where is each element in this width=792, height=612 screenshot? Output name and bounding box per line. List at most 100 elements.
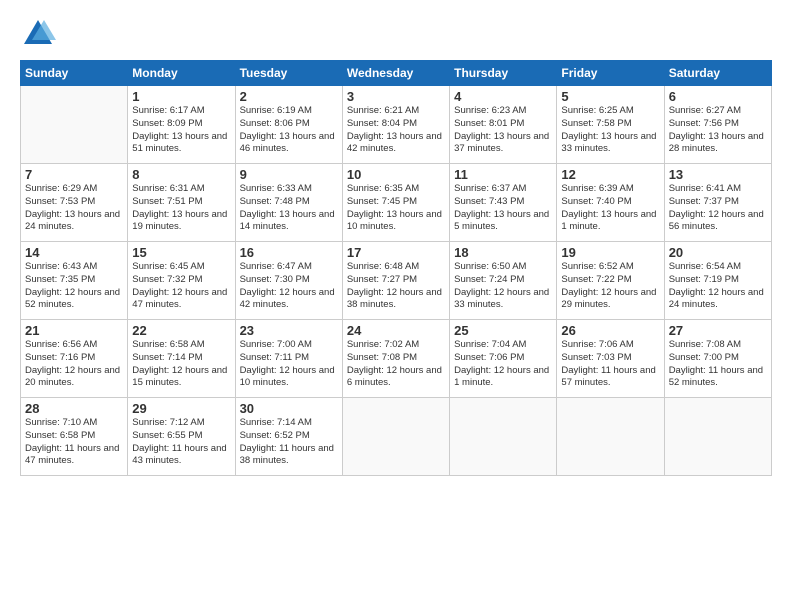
day-number: 2 <box>240 89 338 104</box>
calendar-cell: 11Sunrise: 6:37 AMSunset: 7:43 PMDayligh… <box>450 164 557 242</box>
day-info: Sunrise: 6:52 AMSunset: 7:22 PMDaylight:… <box>561 261 659 312</box>
calendar-cell: 26Sunrise: 7:06 AMSunset: 7:03 PMDayligh… <box>557 320 664 398</box>
day-info: Sunrise: 6:37 AMSunset: 7:43 PMDaylight:… <box>454 183 552 234</box>
calendar-cell: 10Sunrise: 6:35 AMSunset: 7:45 PMDayligh… <box>342 164 449 242</box>
day-info: Sunrise: 6:31 AMSunset: 7:51 PMDaylight:… <box>132 183 230 234</box>
column-header-sunday: Sunday <box>21 61 128 86</box>
day-info: Sunrise: 7:08 AMSunset: 7:00 PMDaylight:… <box>669 339 767 390</box>
logo <box>20 16 60 52</box>
day-info: Sunrise: 7:14 AMSunset: 6:52 PMDaylight:… <box>240 417 338 468</box>
day-number: 5 <box>561 89 659 104</box>
day-number: 7 <box>25 167 123 182</box>
day-info: Sunrise: 7:06 AMSunset: 7:03 PMDaylight:… <box>561 339 659 390</box>
calendar-week-0: 1Sunrise: 6:17 AMSunset: 8:09 PMDaylight… <box>21 86 772 164</box>
day-number: 14 <box>25 245 123 260</box>
calendar-cell: 5Sunrise: 6:25 AMSunset: 7:58 PMDaylight… <box>557 86 664 164</box>
day-info: Sunrise: 7:10 AMSunset: 6:58 PMDaylight:… <box>25 417 123 468</box>
day-info: Sunrise: 7:02 AMSunset: 7:08 PMDaylight:… <box>347 339 445 390</box>
day-number: 23 <box>240 323 338 338</box>
column-header-friday: Friday <box>557 61 664 86</box>
calendar-week-2: 14Sunrise: 6:43 AMSunset: 7:35 PMDayligh… <box>21 242 772 320</box>
day-number: 20 <box>669 245 767 260</box>
calendar-cell: 22Sunrise: 6:58 AMSunset: 7:14 PMDayligh… <box>128 320 235 398</box>
day-info: Sunrise: 7:04 AMSunset: 7:06 PMDaylight:… <box>454 339 552 390</box>
calendar-cell: 18Sunrise: 6:50 AMSunset: 7:24 PMDayligh… <box>450 242 557 320</box>
day-number: 1 <box>132 89 230 104</box>
column-header-tuesday: Tuesday <box>235 61 342 86</box>
header <box>20 16 772 52</box>
day-number: 4 <box>454 89 552 104</box>
calendar-cell: 20Sunrise: 6:54 AMSunset: 7:19 PMDayligh… <box>664 242 771 320</box>
day-number: 16 <box>240 245 338 260</box>
day-number: 9 <box>240 167 338 182</box>
day-number: 21 <box>25 323 123 338</box>
day-info: Sunrise: 6:50 AMSunset: 7:24 PMDaylight:… <box>454 261 552 312</box>
calendar-cell: 28Sunrise: 7:10 AMSunset: 6:58 PMDayligh… <box>21 398 128 476</box>
day-info: Sunrise: 6:45 AMSunset: 7:32 PMDaylight:… <box>132 261 230 312</box>
day-info: Sunrise: 6:54 AMSunset: 7:19 PMDaylight:… <box>669 261 767 312</box>
calendar-cell: 14Sunrise: 6:43 AMSunset: 7:35 PMDayligh… <box>21 242 128 320</box>
day-info: Sunrise: 6:47 AMSunset: 7:30 PMDaylight:… <box>240 261 338 312</box>
calendar-cell: 13Sunrise: 6:41 AMSunset: 7:37 PMDayligh… <box>664 164 771 242</box>
column-header-monday: Monday <box>128 61 235 86</box>
day-info: Sunrise: 7:00 AMSunset: 7:11 PMDaylight:… <box>240 339 338 390</box>
day-number: 24 <box>347 323 445 338</box>
day-number: 26 <box>561 323 659 338</box>
calendar-header-row: SundayMondayTuesdayWednesdayThursdayFrid… <box>21 61 772 86</box>
calendar-cell: 30Sunrise: 7:14 AMSunset: 6:52 PMDayligh… <box>235 398 342 476</box>
calendar-cell <box>557 398 664 476</box>
day-info: Sunrise: 6:48 AMSunset: 7:27 PMDaylight:… <box>347 261 445 312</box>
day-number: 12 <box>561 167 659 182</box>
day-info: Sunrise: 6:23 AMSunset: 8:01 PMDaylight:… <box>454 105 552 156</box>
calendar-cell: 29Sunrise: 7:12 AMSunset: 6:55 PMDayligh… <box>128 398 235 476</box>
day-number: 25 <box>454 323 552 338</box>
calendar-cell: 6Sunrise: 6:27 AMSunset: 7:56 PMDaylight… <box>664 86 771 164</box>
day-info: Sunrise: 6:41 AMSunset: 7:37 PMDaylight:… <box>669 183 767 234</box>
calendar-cell: 9Sunrise: 6:33 AMSunset: 7:48 PMDaylight… <box>235 164 342 242</box>
day-info: Sunrise: 6:43 AMSunset: 7:35 PMDaylight:… <box>25 261 123 312</box>
calendar-cell <box>342 398 449 476</box>
day-info: Sunrise: 6:21 AMSunset: 8:04 PMDaylight:… <box>347 105 445 156</box>
column-header-thursday: Thursday <box>450 61 557 86</box>
calendar-cell: 19Sunrise: 6:52 AMSunset: 7:22 PMDayligh… <box>557 242 664 320</box>
calendar-cell: 12Sunrise: 6:39 AMSunset: 7:40 PMDayligh… <box>557 164 664 242</box>
day-info: Sunrise: 6:17 AMSunset: 8:09 PMDaylight:… <box>132 105 230 156</box>
day-info: Sunrise: 6:25 AMSunset: 7:58 PMDaylight:… <box>561 105 659 156</box>
day-number: 29 <box>132 401 230 416</box>
calendar-table: SundayMondayTuesdayWednesdayThursdayFrid… <box>20 60 772 476</box>
calendar-week-3: 21Sunrise: 6:56 AMSunset: 7:16 PMDayligh… <box>21 320 772 398</box>
calendar-cell: 24Sunrise: 7:02 AMSunset: 7:08 PMDayligh… <box>342 320 449 398</box>
day-info: Sunrise: 7:12 AMSunset: 6:55 PMDaylight:… <box>132 417 230 468</box>
calendar-cell: 25Sunrise: 7:04 AMSunset: 7:06 PMDayligh… <box>450 320 557 398</box>
calendar-cell: 8Sunrise: 6:31 AMSunset: 7:51 PMDaylight… <box>128 164 235 242</box>
day-number: 17 <box>347 245 445 260</box>
calendar-cell: 1Sunrise: 6:17 AMSunset: 8:09 PMDaylight… <box>128 86 235 164</box>
day-number: 15 <box>132 245 230 260</box>
calendar-cell: 7Sunrise: 6:29 AMSunset: 7:53 PMDaylight… <box>21 164 128 242</box>
day-number: 30 <box>240 401 338 416</box>
calendar-cell <box>450 398 557 476</box>
day-info: Sunrise: 6:33 AMSunset: 7:48 PMDaylight:… <box>240 183 338 234</box>
calendar-week-1: 7Sunrise: 6:29 AMSunset: 7:53 PMDaylight… <box>21 164 772 242</box>
page: SundayMondayTuesdayWednesdayThursdayFrid… <box>0 0 792 612</box>
day-info: Sunrise: 6:58 AMSunset: 7:14 PMDaylight:… <box>132 339 230 390</box>
logo-icon <box>20 16 56 52</box>
day-info: Sunrise: 6:39 AMSunset: 7:40 PMDaylight:… <box>561 183 659 234</box>
calendar-cell <box>664 398 771 476</box>
day-number: 22 <box>132 323 230 338</box>
calendar-cell: 16Sunrise: 6:47 AMSunset: 7:30 PMDayligh… <box>235 242 342 320</box>
day-info: Sunrise: 6:19 AMSunset: 8:06 PMDaylight:… <box>240 105 338 156</box>
calendar-cell: 27Sunrise: 7:08 AMSunset: 7:00 PMDayligh… <box>664 320 771 398</box>
calendar-cell <box>21 86 128 164</box>
day-number: 3 <box>347 89 445 104</box>
day-info: Sunrise: 6:56 AMSunset: 7:16 PMDaylight:… <box>25 339 123 390</box>
column-header-saturday: Saturday <box>664 61 771 86</box>
calendar-cell: 23Sunrise: 7:00 AMSunset: 7:11 PMDayligh… <box>235 320 342 398</box>
calendar-week-4: 28Sunrise: 7:10 AMSunset: 6:58 PMDayligh… <box>21 398 772 476</box>
column-header-wednesday: Wednesday <box>342 61 449 86</box>
calendar-cell: 4Sunrise: 6:23 AMSunset: 8:01 PMDaylight… <box>450 86 557 164</box>
day-number: 27 <box>669 323 767 338</box>
day-number: 10 <box>347 167 445 182</box>
day-info: Sunrise: 6:27 AMSunset: 7:56 PMDaylight:… <box>669 105 767 156</box>
day-number: 28 <box>25 401 123 416</box>
